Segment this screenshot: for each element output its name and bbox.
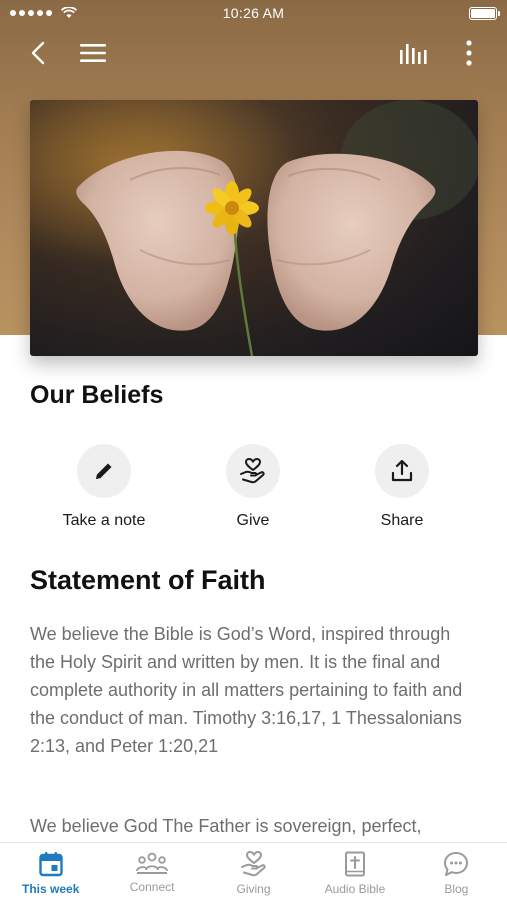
- more-vertical-icon: [466, 40, 472, 66]
- status-bar: 10:26 AM: [0, 0, 507, 26]
- tab-label: Giving: [236, 882, 271, 896]
- hand-heart-icon: [240, 851, 266, 877]
- back-icon: [31, 41, 45, 65]
- menu-button[interactable]: [76, 36, 110, 70]
- tab-connect[interactable]: Connect: [101, 843, 202, 900]
- section-title: Statement of Faith: [30, 565, 266, 595]
- take-a-note-circle[interactable]: [77, 444, 131, 498]
- audio-button[interactable]: [397, 36, 431, 70]
- bottom-tab-bar: This week Connect Giving Audio Bible Blo…: [0, 842, 507, 900]
- take-a-note-label: Take a note: [62, 512, 146, 529]
- calendar-icon: [39, 852, 63, 877]
- share-label: Share: [380, 512, 424, 529]
- tab-label: Blog: [444, 882, 469, 896]
- tab-audio-bible[interactable]: Audio Bible: [304, 843, 405, 900]
- tab-blog[interactable]: Blog: [406, 843, 507, 900]
- tab-label: Audio Bible: [324, 882, 386, 896]
- paragraph: We believe God The Father is sovereign, …: [30, 816, 422, 836]
- bible-icon: [344, 851, 365, 877]
- give-icon: [240, 458, 265, 484]
- hero-image: [30, 100, 478, 356]
- share-icon: [391, 459, 413, 482]
- tab-label: This week: [22, 882, 80, 896]
- take-a-note-button[interactable]: Take a note: [29, 444, 179, 530]
- menu-icon: [80, 44, 106, 62]
- tab-giving[interactable]: Giving: [203, 843, 304, 900]
- paragraph: We believe the Bible is God’s Word, insp…: [30, 624, 463, 756]
- give-circle[interactable]: [226, 444, 280, 498]
- back-button[interactable]: [21, 36, 55, 70]
- pencil-icon: [96, 463, 112, 479]
- audio-bars-icon: [400, 44, 427, 64]
- more-options-button[interactable]: [452, 36, 486, 70]
- people-icon: [136, 852, 169, 874]
- share-button[interactable]: Share: [327, 444, 477, 530]
- tab-label: Connect: [129, 880, 175, 894]
- give-label: Give: [236, 512, 270, 529]
- status-time: 10:26 AM: [222, 5, 285, 21]
- app-bar: [0, 30, 507, 76]
- tab-this-week[interactable]: This week: [0, 843, 101, 900]
- hands-holding-flower-image: [30, 100, 478, 356]
- give-button[interactable]: Give: [178, 444, 328, 530]
- share-circle[interactable]: [375, 444, 429, 498]
- battery-icon: [469, 6, 500, 20]
- page-title: Our Beliefs: [30, 381, 164, 409]
- chat-bubble-icon: [444, 852, 469, 876]
